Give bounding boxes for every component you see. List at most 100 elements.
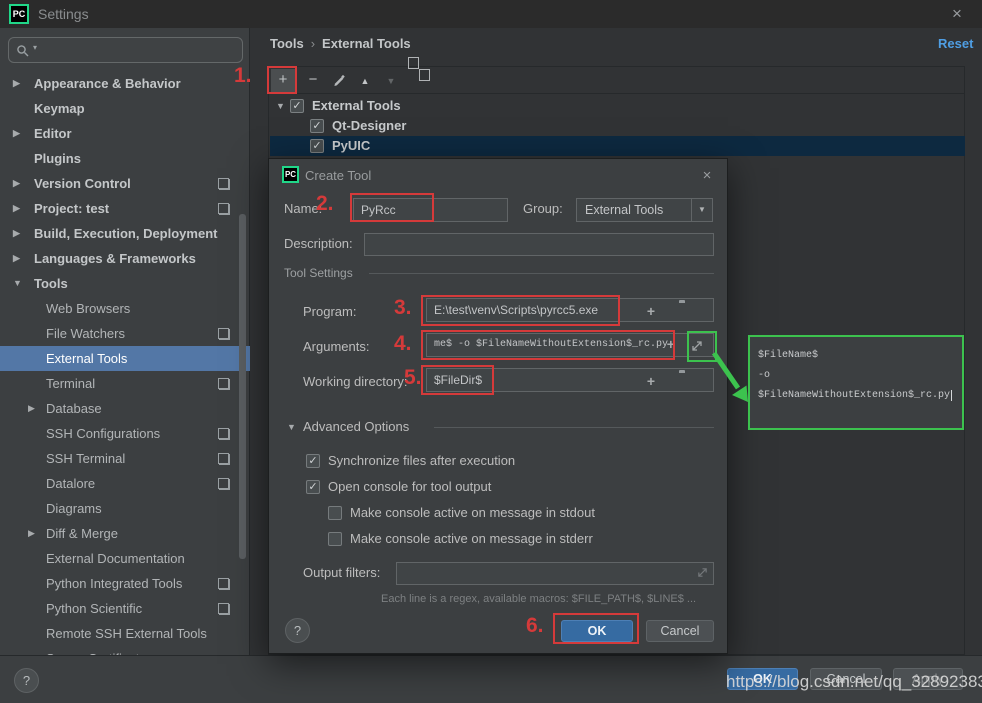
sidebar-scrollbar[interactable] [239,214,246,559]
sidebar-item-web-browsers[interactable]: Web Browsers [0,296,250,321]
sidebar-item-label: Version Control [34,176,131,191]
popup-line: $FileName$ [758,350,819,361]
move-up-button[interactable]: ▲ [353,69,377,92]
checkbox-label: Make console active on message in stdout [350,505,595,520]
dialog-title: Create Tool [305,168,372,183]
chevron-right-icon[interactable]: ▶ [28,396,35,421]
sidebar-item-python-scientific[interactable]: Python Scientific [0,596,250,621]
per-project-icon [218,378,230,390]
sidebar-item-datalore[interactable]: Datalore [0,471,250,496]
checkbox[interactable] [328,506,342,520]
checkbox[interactable]: ✓ [310,139,324,153]
group-selected-value: External Tools [585,203,664,217]
dialog-cancel-button[interactable]: Cancel [646,620,714,642]
pycharm-logo-icon: PC [282,166,299,183]
sidebar-item-ssh-terminal[interactable]: SSH Terminal [0,446,250,471]
sidebar-item-keymap[interactable]: Keymap [0,96,250,121]
insert-macro-icon[interactable]: + [647,303,655,319]
checkbox[interactable]: ✓ [290,99,304,113]
tree-row-pyuic[interactable]: ✓ PyUIC [270,136,965,156]
sidebar-item-terminal[interactable]: Terminal [0,371,250,396]
expand-field-icon[interactable] [697,567,708,578]
breadcrumb-parent[interactable]: Tools [270,36,304,51]
search-options-arrow-icon[interactable]: ▾ [33,43,37,52]
close-icon[interactable]: × [946,4,968,24]
chevron-right-icon[interactable]: ▶ [13,221,20,246]
sidebar-item-label: Keymap [34,101,85,116]
description-label: Description: [284,236,353,251]
checkbox-label: Make console active on message in stderr [350,531,593,546]
chevron-down-icon[interactable]: ▼ [276,96,285,116]
sidebar-item-ssh-configurations[interactable]: SSH Configurations [0,421,250,446]
remove-tool-button[interactable]: − [301,69,325,92]
checkbox-row-open-console-for-tool-output[interactable]: ✓ Open console for tool output [306,479,491,495]
sidebar-item-remote-ssh-external-tools[interactable]: Remote SSH External Tools [0,621,250,646]
annotation-step-2: 2. [316,192,334,215]
sidebar-item-database[interactable]: ▶ Database [0,396,250,421]
sidebar-item-project-test[interactable]: ▶ Project: test [0,196,250,221]
sidebar-item-version-control[interactable]: ▶ Version Control [0,171,250,196]
breadcrumb: Tools › External Tools [270,36,411,51]
sidebar-item-server-certificates[interactable]: Server Certificates [0,646,250,655]
checkbox[interactable]: ✓ [306,480,320,494]
sidebar-item-diagrams[interactable]: Diagrams [0,496,250,521]
sidebar-item-label: Web Browsers [46,301,131,316]
insert-macro-icon[interactable]: + [647,373,655,389]
annotation-box-3 [421,295,620,326]
edit-tool-button[interactable] [327,69,351,92]
output-filters-input[interactable] [396,562,714,585]
chevron-right-icon[interactable]: ▶ [13,71,20,96]
chevron-down-icon[interactable]: ▼ [691,199,712,221]
sidebar-item-label: SSH Configurations [46,426,161,441]
per-project-icon [218,203,230,215]
settings-search-input[interactable]: ▾ [8,37,243,63]
description-input[interactable] [364,233,714,256]
advanced-options-label[interactable]: Advanced Options [303,419,409,434]
annotation-step-6: 6. [526,614,544,637]
annotation-step-5: 5. [404,366,422,389]
move-down-button[interactable]: ▼ [379,69,403,92]
tree-row-external-tools[interactable]: ▼ ✓ External Tools [270,96,965,116]
output-filters-label: Output filters: [303,565,381,580]
chevron-right-icon[interactable]: ▶ [13,246,20,271]
checkbox[interactable] [328,532,342,546]
arrow-down-icon: ▼ [386,76,396,86]
sidebar-item-tools[interactable]: ▼ Tools [0,271,250,296]
sidebar-item-plugins[interactable]: Plugins [0,146,250,171]
group-select[interactable]: External Tools ▼ [576,198,713,222]
collapse-arrow-icon[interactable]: ▼ [287,422,296,432]
sidebar-item-label: Datalore [46,476,96,491]
sidebar-item-build-execution-deployment[interactable]: ▶ Build, Execution, Deployment [0,221,250,246]
annotation-box-1 [267,66,297,94]
sidebar-item-label: SSH Terminal [46,451,126,466]
reset-link[interactable]: Reset [938,36,973,51]
dialog-close-icon[interactable]: × [697,166,717,186]
chevron-right-icon[interactable]: ▶ [13,121,20,146]
checkbox-row-make-console-active-on-message-in-stdout[interactable]: Make console active on message in stdout [328,505,595,521]
sidebar-item-editor[interactable]: ▶ Editor [0,121,250,146]
sidebar-item-file-watchers[interactable]: File Watchers [0,321,250,346]
sidebar-item-external-tools[interactable]: External Tools [0,346,250,371]
checkbox-row-make-console-active-on-message-in-stderr[interactable]: Make console active on message in stderr [328,531,593,547]
sidebar-item-python-integrated-tools[interactable]: Python Integrated Tools [0,571,250,596]
sidebar-item-external-documentation[interactable]: External Documentation [0,546,250,571]
checkbox[interactable]: ✓ [310,119,324,133]
sidebar-item-appearance-behavior[interactable]: ▶ Appearance & Behavior [0,71,250,96]
chevron-right-icon[interactable]: ▶ [28,521,35,546]
copy-tool-button[interactable] [407,69,431,92]
checkbox[interactable]: ✓ [306,454,320,468]
tools-toolbar: + − ▲ ▼ [269,67,964,94]
sidebar-item-label: Languages & Frameworks [34,251,196,266]
sidebar-item-languages-frameworks[interactable]: ▶ Languages & Frameworks [0,246,250,271]
sidebar-item-diff-merge[interactable]: ▶ Diff & Merge [0,521,250,546]
chevron-down-icon[interactable]: ▼ [13,271,22,296]
arguments-expanded-popup[interactable]: $FileName$ -o $FileNameWithoutExtension$_r… [748,335,964,430]
chevron-right-icon[interactable]: ▶ [13,196,20,221]
checkbox-row-synchronize-files-after-execution[interactable]: ✓ Synchronize files after execution [306,453,515,469]
dialog-help-button[interactable]: ? [285,618,310,643]
tree-row-qt-designer[interactable]: ✓ Qt-Designer [270,116,965,136]
help-button[interactable]: ? [14,668,39,693]
chevron-right-icon[interactable]: ▶ [13,171,20,196]
annotation-step-1: 1. [234,64,252,87]
titlebar: PC Settings × [0,0,982,28]
